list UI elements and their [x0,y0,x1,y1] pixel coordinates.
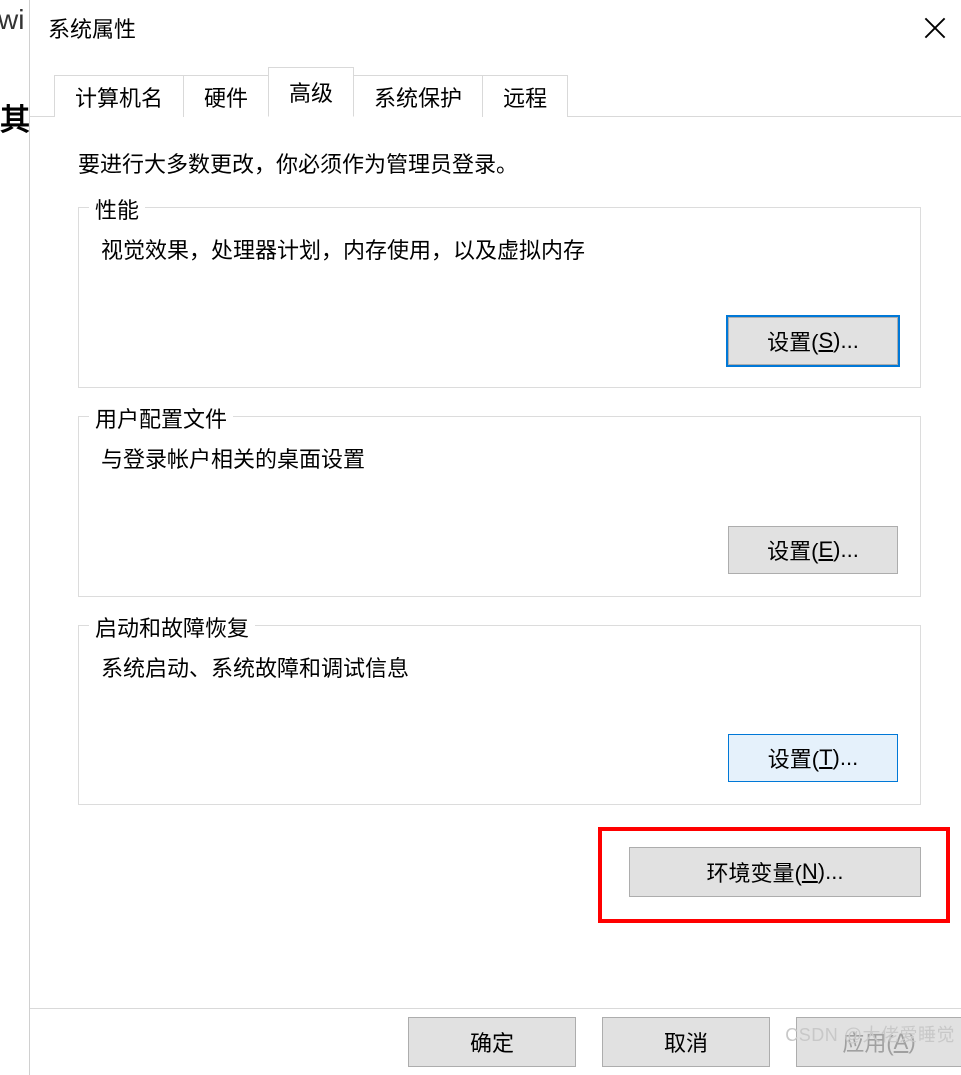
group-title: 用户配置文件 [89,402,233,434]
button-hotkey: E [818,537,833,563]
button-label-pre: 设置( [767,325,818,357]
group-desc: 与登录帐户相关的桌面设置 [101,445,898,476]
admin-note: 要进行大多数更改，你必须作为管理员登录。 [78,147,921,179]
titlebar: 系统属性 [30,0,961,56]
group-title: 性能 [89,193,145,225]
tab-system-protection[interactable]: 系统保护 [353,75,483,117]
button-label-post: ) [908,1029,915,1055]
apply-button[interactable]: 应用(A) [796,1017,961,1067]
button-label-pre: 应用( [842,1026,893,1058]
env-row: 环境变量(N)... [78,847,921,897]
button-label-post: )... [833,745,859,771]
button-label-pre: 设置( [767,534,818,566]
tab-remote[interactable]: 远程 [482,75,568,117]
tabstrip: 计算机名 硬件 高级 系统保护 远程 [30,60,961,117]
group-title: 启动和故障恢复 [89,611,255,643]
dialog-footer: 确定 取消 应用(A) [30,1008,961,1075]
performance-settings-button[interactable]: 设置(S)... [728,317,898,365]
button-hotkey: S [818,328,833,354]
ok-button[interactable]: 确定 [408,1017,576,1067]
button-label: 确定 [470,1026,514,1058]
user-profiles-settings-button[interactable]: 设置(E)... [728,526,898,574]
button-label-post: )... [818,859,844,885]
group-startup-recovery: 启动和故障恢复 系统启动、系统故障和调试信息 设置(T)... [78,625,921,806]
tab-computer-name[interactable]: 计算机名 [54,75,184,117]
background-text: wi [0,4,24,36]
close-icon [924,17,946,39]
tab-label: 系统保护 [374,81,462,113]
button-label: 取消 [664,1026,708,1058]
button-label-pre: 设置( [768,742,819,774]
tab-label: 远程 [503,81,547,113]
tab-label: 高级 [289,76,333,108]
cancel-button[interactable]: 取消 [602,1017,770,1067]
startup-recovery-settings-button[interactable]: 设置(T)... [728,734,898,782]
button-label-post: )... [833,537,859,563]
button-label-post: )... [833,328,859,354]
group-user-profiles: 用户配置文件 与登录帐户相关的桌面设置 设置(E)... [78,416,921,597]
tab-body-advanced: 要进行大多数更改，你必须作为管理员登录。 性能 视觉效果，处理器计划，内存使用，… [30,117,961,897]
tab-advanced[interactable]: 高级 [268,67,354,117]
system-properties-dialog: 系统属性 计算机名 硬件 高级 系统保护 远程 要进行大多数更改，你必须作为管理… [29,0,961,1075]
button-hotkey: A [894,1029,909,1055]
group-performance: 性能 视觉效果，处理器计划，内存使用，以及虚拟内存 设置(S)... [78,207,921,388]
tab-label: 计算机名 [75,81,163,113]
background-text: 其 [0,95,30,139]
dialog-title: 系统属性 [48,12,136,44]
button-hotkey: N [802,859,818,885]
environment-variables-button[interactable]: 环境变量(N)... [629,847,921,897]
group-desc: 系统启动、系统故障和调试信息 [101,654,898,685]
button-hotkey: T [819,745,832,771]
group-desc: 视觉效果，处理器计划，内存使用，以及虚拟内存 [101,236,898,267]
close-button[interactable] [913,6,957,50]
button-label-pre: 环境变量( [707,856,802,888]
tab-label: 硬件 [204,81,248,113]
tab-hardware[interactable]: 硬件 [183,75,269,117]
